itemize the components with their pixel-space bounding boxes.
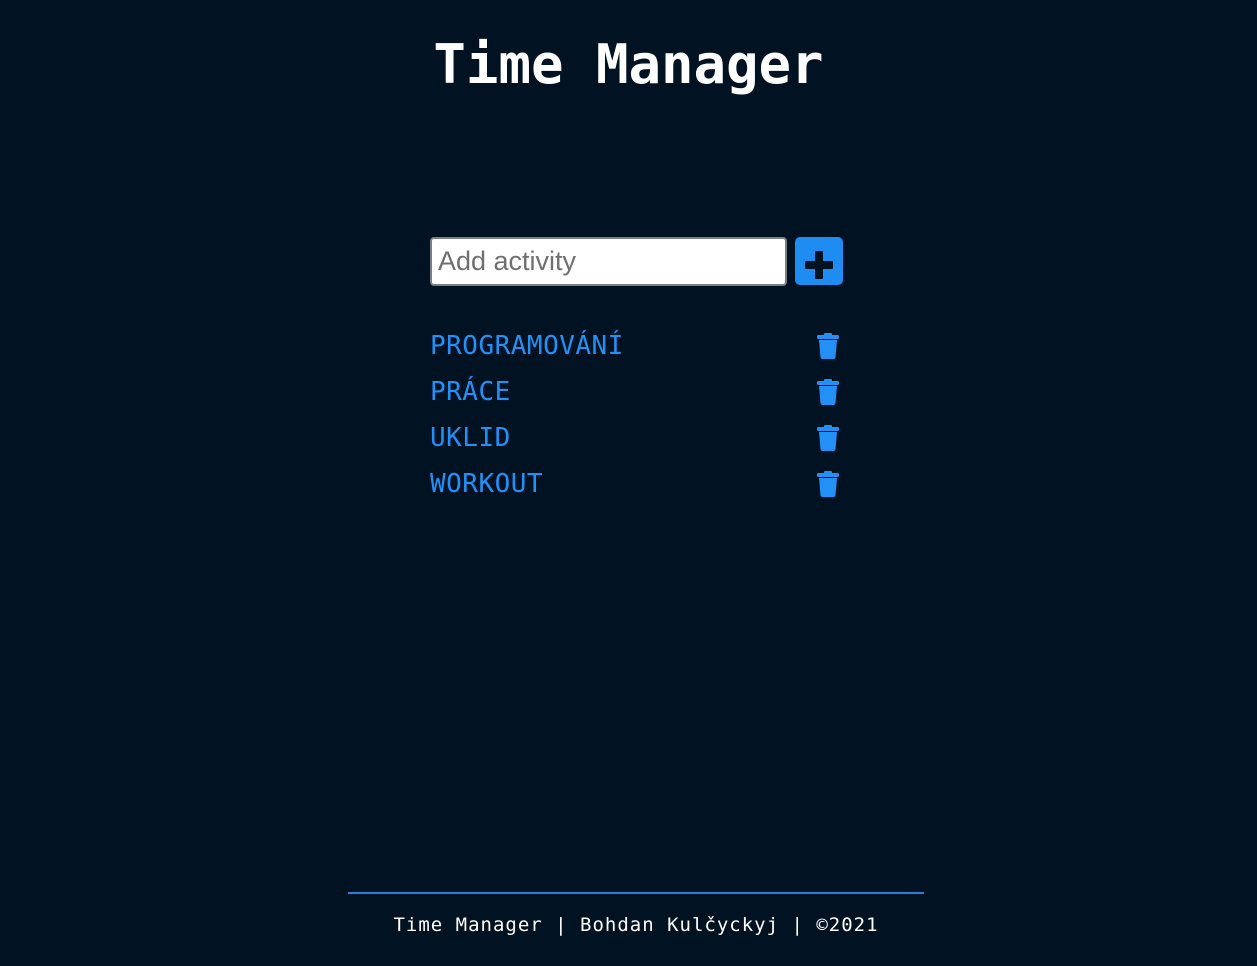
add-activity-form xyxy=(430,237,844,286)
activity-label[interactable]: WORKOUT xyxy=(430,461,543,507)
trash-icon xyxy=(817,379,839,405)
delete-activity-button[interactable] xyxy=(814,424,842,452)
add-activity-input[interactable] xyxy=(430,237,787,286)
delete-activity-button[interactable] xyxy=(814,332,842,360)
trash-icon xyxy=(817,425,839,451)
activity-label[interactable]: PROGRAMOVÁNÍ xyxy=(430,323,624,369)
activity-label[interactable]: UKLID xyxy=(430,415,511,461)
footer-text: Time Manager | Bohdan Kulčyckyj | ©2021 xyxy=(393,914,879,936)
footer: Time Manager | Bohdan Kulčyckyj | ©2021 xyxy=(348,892,924,936)
delete-activity-button[interactable] xyxy=(814,378,842,406)
activity-item: PRÁCE xyxy=(430,369,844,415)
activity-label[interactable]: PRÁCE xyxy=(430,369,511,415)
plus-icon xyxy=(805,251,833,279)
add-activity-button[interactable] xyxy=(795,237,843,285)
trash-icon xyxy=(817,333,839,359)
page-title: Time Manager xyxy=(433,33,824,96)
activity-item: WORKOUT xyxy=(430,461,844,507)
activity-item: PROGRAMOVÁNÍ xyxy=(430,323,844,369)
trash-icon xyxy=(817,471,839,497)
delete-activity-button[interactable] xyxy=(814,470,842,498)
activity-list: PROGRAMOVÁNÍ PRÁCE UKLID WORKOUT xyxy=(430,323,844,507)
activity-item: UKLID xyxy=(430,415,844,461)
